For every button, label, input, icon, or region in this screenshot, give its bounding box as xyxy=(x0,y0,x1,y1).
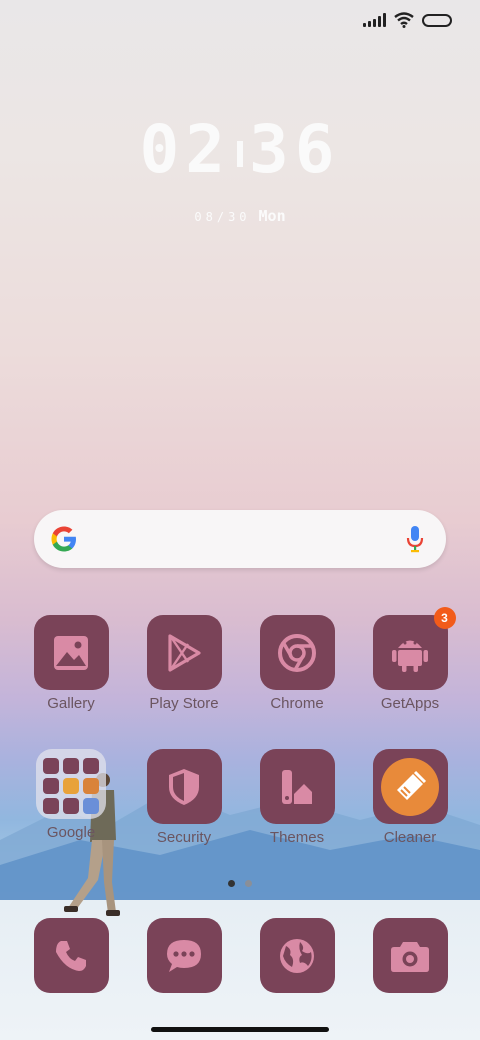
folder-google[interactable]: Google xyxy=(15,749,127,841)
app-getapps[interactable]: 3 GetApps xyxy=(354,607,466,712)
app-chrome[interactable]: Chrome xyxy=(241,615,353,712)
app-label: Cleaner xyxy=(383,829,437,846)
status-bar xyxy=(363,12,452,28)
dock-camera[interactable] xyxy=(354,918,466,993)
date-weekday: Mon xyxy=(258,207,286,225)
phone-icon[interactable] xyxy=(33,918,109,993)
app-security[interactable]: Security xyxy=(128,749,240,846)
folder-icon[interactable] xyxy=(36,749,106,819)
microphone-icon[interactable] xyxy=(406,525,424,553)
clock-hour: 02 xyxy=(139,111,231,188)
page-indicator xyxy=(228,880,252,887)
broom-icon[interactable] xyxy=(372,749,448,824)
date-widget[interactable]: 08/30 Mon xyxy=(0,206,480,225)
app-label: Play Store xyxy=(149,695,219,712)
android-icon[interactable]: 3 xyxy=(372,607,456,690)
themes-icon[interactable] xyxy=(259,749,335,824)
camera-icon[interactable] xyxy=(372,918,448,993)
app-cleaner[interactable]: Cleaner xyxy=(354,749,466,846)
play-store-icon[interactable] xyxy=(146,615,222,690)
dock-messages[interactable] xyxy=(128,918,240,993)
messages-icon[interactable] xyxy=(146,918,222,993)
date-day: 08/30 xyxy=(194,210,251,224)
app-label: Chrome xyxy=(270,695,324,712)
app-label: Security xyxy=(156,829,212,846)
app-label: Themes xyxy=(269,829,325,846)
battery-icon xyxy=(422,13,452,27)
app-label: GetApps xyxy=(380,695,440,712)
home-gesture-bar[interactable] xyxy=(151,1027,329,1032)
wifi-icon xyxy=(394,12,414,28)
clock-widget[interactable]: 02 36 xyxy=(0,112,480,188)
google-search-bar[interactable] xyxy=(34,510,446,568)
chrome-icon[interactable] xyxy=(259,615,335,690)
cellular-signal-icon xyxy=(363,13,386,27)
dock-browser[interactable] xyxy=(241,918,353,993)
clock-minute: 36 xyxy=(249,111,341,188)
google-g-icon xyxy=(51,526,76,552)
dock-phone[interactable] xyxy=(15,918,127,993)
page-dot xyxy=(245,880,252,887)
page-dot-active xyxy=(228,880,235,887)
notification-badge: 3 xyxy=(433,607,456,629)
app-gallery[interactable]: Gallery xyxy=(15,615,127,712)
app-label: Gallery xyxy=(47,695,95,712)
browser-globe-icon[interactable] xyxy=(259,918,335,993)
app-play-store[interactable]: Play Store xyxy=(128,615,240,712)
clock-separator xyxy=(237,140,243,167)
app-label: Google xyxy=(46,824,96,841)
app-themes[interactable]: Themes xyxy=(241,749,353,846)
gallery-icon[interactable] xyxy=(33,615,109,690)
shield-icon[interactable] xyxy=(146,749,222,824)
